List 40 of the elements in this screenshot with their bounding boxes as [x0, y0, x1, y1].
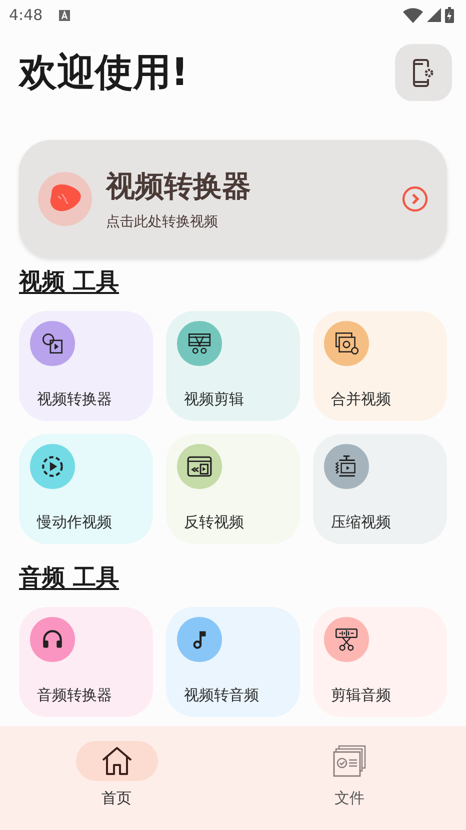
- documents-icon: [332, 745, 366, 777]
- chevron-circle-icon: [402, 186, 428, 212]
- nav-tab[interactable]: 文件: [233, 741, 466, 830]
- card-subtitle: 点击此处转换视频: [106, 213, 219, 231]
- waveform-scissors-icon: [333, 626, 360, 653]
- section-heading: 音频 工具: [19, 564, 120, 593]
- tool-tile[interactable]: 视频转音频: [166, 607, 300, 717]
- video-converter-card[interactable]: 视频转换器 点击此处转换视频: [19, 140, 447, 258]
- tool-label: 音频转换器: [36, 686, 113, 705]
- tool-tile[interactable]: 压缩视频: [313, 434, 447, 544]
- tool-tile[interactable]: 视频转换器: [19, 311, 153, 421]
- device-settings-button[interactable]: [395, 44, 452, 101]
- nav-tab[interactable]: 首页: [0, 741, 233, 830]
- tool-label: 反转视频: [183, 513, 245, 532]
- tool-label: 慢动作视频: [36, 513, 113, 532]
- tool-label: 剪辑音频: [330, 686, 392, 705]
- tool-label: 合并视频: [330, 390, 392, 409]
- tool-label: 视频剪辑: [183, 390, 245, 409]
- keyboard-notification-icon: [58, 10, 70, 20]
- tool-tile[interactable]: 剪辑音频: [313, 607, 447, 717]
- status-time: 4:48: [9, 6, 43, 24]
- tool-tile[interactable]: 视频剪辑: [166, 311, 300, 421]
- card-title: 视频转换器: [106, 168, 252, 205]
- phone-gear-icon: [412, 58, 436, 88]
- stacked-video-icon: [333, 330, 360, 357]
- play-blob-icon: [38, 172, 92, 226]
- welcome-title: 欢迎使用!: [19, 49, 188, 96]
- tool-tile[interactable]: 慢动作视频: [19, 434, 153, 544]
- signal-icon: [427, 8, 441, 22]
- tool-label: 压缩视频: [330, 513, 392, 532]
- battery-charging-icon: [445, 7, 454, 23]
- tool-label: 视频转换器: [36, 390, 113, 409]
- section-heading: 视频 工具: [19, 268, 120, 297]
- tool-tile[interactable]: 反转视频: [166, 434, 300, 544]
- tool-tile[interactable]: 合并视频: [313, 311, 447, 421]
- home-icon: [100, 745, 134, 777]
- tool-tile[interactable]: 音频转换器: [19, 607, 153, 717]
- dashed-play-icon: [39, 453, 66, 480]
- tool-label: 视频转音频: [183, 686, 260, 705]
- wifi-icon: [403, 8, 423, 22]
